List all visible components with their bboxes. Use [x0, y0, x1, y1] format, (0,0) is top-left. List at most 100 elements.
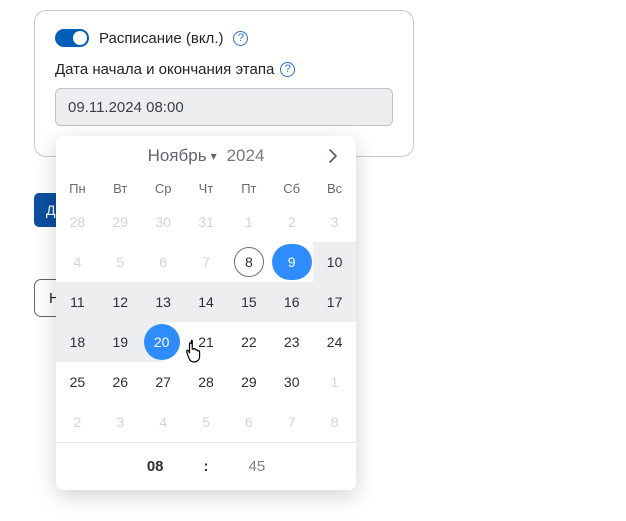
datepicker-day-number: 30 [284, 374, 300, 390]
datepicker-day-number: 20 [144, 324, 180, 360]
datepicker-day-number: 3 [116, 414, 124, 430]
datepicker-weekday: Вс [313, 176, 356, 202]
datepicker-day-number: 23 [284, 334, 300, 350]
datepicker-day[interactable]: 1 [227, 202, 270, 242]
datepicker-day[interactable]: 31 [185, 202, 228, 242]
datepicker-day[interactable]: 28 [56, 202, 99, 242]
datepicker-day[interactable]: 30 [142, 202, 185, 242]
datepicker-day[interactable]: 22 [227, 322, 270, 362]
datepicker-time-row: 08 : 45 [56, 442, 356, 490]
datepicker-day-number: 2 [288, 214, 296, 230]
datepicker-day[interactable]: 17 [313, 282, 356, 322]
datepicker-day[interactable]: 29 [227, 362, 270, 402]
datepicker-day[interactable]: 29 [99, 202, 142, 242]
datepicker-year-select[interactable]: 2024 [227, 146, 265, 166]
datepicker-day-number: 28 [70, 214, 86, 230]
help-icon[interactable]: ? [233, 31, 248, 46]
schedule-label: Расписание (вкл.) [99, 30, 223, 47]
datepicker-day[interactable]: 13 [142, 282, 185, 322]
datepicker-day-number: 5 [116, 254, 124, 270]
datepicker-day-number: 3 [331, 214, 339, 230]
datepicker-day[interactable]: 10 [313, 242, 356, 282]
chevron-down-icon: ▾ [211, 149, 217, 163]
datepicker-day-number: 14 [198, 294, 214, 310]
datepicker-day-number: 13 [155, 294, 171, 310]
datepicker-day[interactable]: 23 [270, 322, 313, 362]
datepicker-day-number: 5 [202, 414, 210, 430]
help-icon[interactable]: ? [280, 62, 295, 77]
datepicker-time-sep: : [204, 458, 209, 475]
datepicker-popup: Ноябрь ▾ 2024 ПнВтСрЧтПтСбВс 28293031123… [56, 136, 356, 490]
datepicker-weekday: Вт [99, 176, 142, 202]
datepicker-day[interactable]: 8 [227, 242, 270, 282]
datepicker-weekday-row: ПнВтСрЧтПтСбВс [56, 176, 356, 202]
datepicker-day[interactable]: 3 [313, 202, 356, 242]
datepicker-day[interactable]: 11 [56, 282, 99, 322]
datepicker-day[interactable]: 27 [142, 362, 185, 402]
datepicker-day-number: 10 [327, 254, 343, 270]
datepicker-day-number: 7 [288, 414, 296, 430]
date-range-input[interactable]: 09.11.2024 08:00 [55, 88, 393, 126]
date-range-label: Дата начала и окончания этапа [55, 61, 274, 78]
primary-button-label: Д [46, 202, 55, 218]
datepicker-day[interactable]: 12 [99, 282, 142, 322]
datepicker-day-number: 24 [327, 334, 343, 350]
datepicker-weekday: Ср [142, 176, 185, 202]
datepicker-day[interactable]: 20 [142, 322, 185, 362]
datepicker-day[interactable]: 24 [313, 322, 356, 362]
datepicker-day[interactable]: 16 [270, 282, 313, 322]
datepicker-hour[interactable]: 08 [147, 458, 164, 475]
datepicker-day-number: 12 [112, 294, 128, 310]
datepicker-day[interactable]: 5 [99, 242, 142, 282]
datepicker-day[interactable]: 4 [56, 242, 99, 282]
datepicker-day[interactable]: 19 [99, 322, 142, 362]
schedule-toggle-row: Расписание (вкл.) ? [55, 29, 393, 47]
date-label-row: Дата начала и окончания этапа ? [55, 61, 393, 78]
datepicker-month-label: Ноябрь [148, 146, 207, 166]
datepicker-day-number: 4 [159, 414, 167, 430]
datepicker-day-number: 27 [155, 374, 171, 390]
schedule-toggle[interactable] [55, 29, 89, 47]
datepicker-day-number: 6 [159, 254, 167, 270]
datepicker-day[interactable]: 1 [313, 362, 356, 402]
datepicker-day-number: 11 [70, 294, 85, 310]
datepicker-day[interactable]: 18 [56, 322, 99, 362]
datepicker-day[interactable]: 6 [227, 402, 270, 442]
datepicker-day[interactable]: 8 [313, 402, 356, 442]
datepicker-day[interactable]: 30 [270, 362, 313, 402]
datepicker-day[interactable]: 26 [99, 362, 142, 402]
datepicker-month-select[interactable]: Ноябрь ▾ [148, 146, 217, 166]
datepicker-day[interactable]: 3 [99, 402, 142, 442]
datepicker-day-number: 1 [245, 214, 253, 230]
datepicker-day-number: 2 [74, 414, 82, 430]
datepicker-day[interactable]: 2 [56, 402, 99, 442]
datepicker-day-number: 8 [331, 414, 339, 430]
datepicker-day[interactable]: 21 [185, 322, 228, 362]
datepicker-day[interactable]: 4 [142, 402, 185, 442]
datepicker-weekday: Пн [56, 176, 99, 202]
datepicker-day[interactable]: 9 [270, 242, 313, 282]
datepicker-day-number: 29 [241, 374, 257, 390]
datepicker-day[interactable]: 14 [185, 282, 228, 322]
datepicker-day-number: 29 [112, 214, 128, 230]
datepicker-day-number: 28 [198, 374, 214, 390]
date-range-value: 09.11.2024 08:00 [68, 99, 184, 116]
datepicker-day-number: 19 [112, 334, 128, 350]
datepicker-day[interactable]: 7 [185, 242, 228, 282]
datepicker-header: Ноябрь ▾ 2024 [56, 136, 356, 176]
datepicker-day-number: 4 [74, 254, 82, 270]
datepicker-day-number: 26 [112, 374, 128, 390]
datepicker-day[interactable]: 7 [270, 402, 313, 442]
datepicker-day[interactable]: 2 [270, 202, 313, 242]
datepicker-minute[interactable]: 45 [249, 458, 266, 475]
datepicker-day-number: 1 [331, 374, 339, 390]
datepicker-day-number: 21 [198, 334, 214, 350]
datepicker-day[interactable]: 5 [185, 402, 228, 442]
datepicker-next-month[interactable] [322, 145, 344, 167]
datepicker-day[interactable]: 6 [142, 242, 185, 282]
datepicker-day[interactable]: 28 [185, 362, 228, 402]
datepicker-day[interactable]: 15 [227, 282, 270, 322]
datepicker-day-number: 17 [327, 294, 343, 310]
datepicker-weekday: Сб [270, 176, 313, 202]
datepicker-day[interactable]: 25 [56, 362, 99, 402]
